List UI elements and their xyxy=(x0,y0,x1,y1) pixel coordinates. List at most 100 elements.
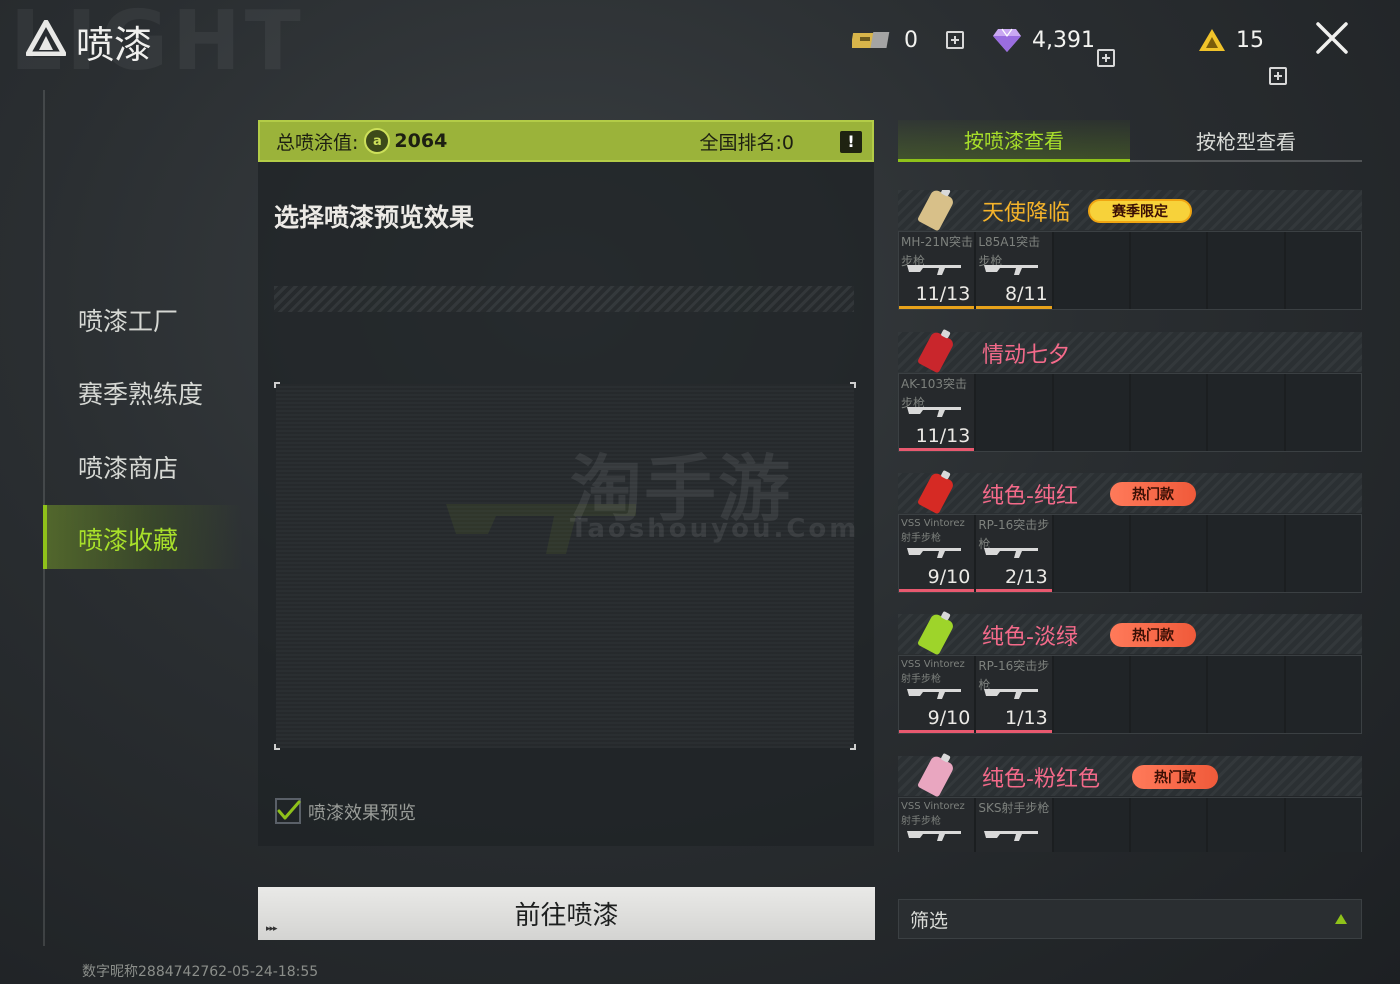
paint-group-header: 纯色-纯红 热门款 xyxy=(898,471,1362,515)
add-triangle-coin-button[interactable] xyxy=(1269,67,1287,85)
weapon-progress: 9/10 xyxy=(927,566,971,588)
empty-weapon-cell xyxy=(1131,798,1207,852)
weapon-cell[interactable]: VSS Vintorez射手步枪 xyxy=(899,798,975,852)
weapon-cell[interactable]: RP-16突击步枪 1/13 xyxy=(976,656,1052,733)
weapon-underline xyxy=(899,306,975,309)
rifle-icon xyxy=(984,831,1039,841)
paint-list[interactable]: 天使降临 赛季限定 MH-21N突击步枪 11/13 L85A1突击步枪 8/11 情动七夕… xyxy=(898,190,1362,852)
preview-checkbox-label: 喷漆效果预览 xyxy=(308,803,416,824)
triangle-up-icon xyxy=(1335,914,1347,924)
season-limited-badge: 赛季限定 xyxy=(1088,199,1192,223)
weapon-progress: 1/13 xyxy=(1004,707,1048,729)
weapon-cell[interactable]: MH-21N突击步枪 11/13 xyxy=(899,232,975,309)
empty-weapon-cell xyxy=(1285,656,1361,733)
nav-item-season-mastery[interactable]: 赛季熟练度 xyxy=(78,375,203,411)
weapon-cell[interactable]: RP-16突击步枪 2/13 xyxy=(976,515,1052,592)
paint-group-header: 情动七夕 xyxy=(898,330,1362,374)
diamond-count: 4,391 xyxy=(1032,27,1095,53)
empty-weapon-cell xyxy=(1131,656,1207,733)
weapon-progress: 11/13 xyxy=(915,283,971,305)
weapon-cell[interactable]: SKS射手步枪 xyxy=(976,798,1052,852)
hot-badge: 热门款 xyxy=(1110,623,1196,647)
empty-weapon-cell xyxy=(1131,232,1207,309)
nav-item-paint-shop[interactable]: 喷漆商店 xyxy=(78,449,178,485)
rifle-icon xyxy=(907,831,961,841)
weapon-cell[interactable]: AK-103突击步枪 11/13 xyxy=(899,374,975,451)
empty-weapon-cell xyxy=(1131,374,1207,451)
rifle-icon xyxy=(907,265,961,275)
watermark-en: Taoshouyou.Com xyxy=(570,514,860,544)
spray-can-icon xyxy=(916,612,956,656)
empty-weapon-cell xyxy=(1053,515,1129,592)
page-title: 喷漆 xyxy=(76,23,153,67)
paint-group[interactable]: 纯色-淡绿 热门款 VSS Vintorez射手步枪 9/10 RP-16突击步枪 1/1… xyxy=(898,612,1362,734)
paint-name: 纯色-淡绿 xyxy=(982,625,1078,650)
weapon-grid: MH-21N突击步枪 11/13 L85A1突击步枪 8/11 xyxy=(898,231,1362,310)
empty-weapon-cell xyxy=(1285,374,1361,451)
currency-triangle-coin: 15 xyxy=(1198,22,1264,58)
weapon-cell[interactable]: VSS Vintorez射手步枪 9/10 xyxy=(899,515,975,592)
empty-weapon-cell xyxy=(1285,515,1361,592)
weapon-progress: 2/13 xyxy=(1004,566,1048,588)
ticket-icon xyxy=(852,32,890,48)
hot-badge: 热门款 xyxy=(1110,482,1196,506)
paint-group[interactable]: 情动七夕 AK-103突击步枪 11/13 xyxy=(898,330,1362,452)
add-diamond-button[interactable] xyxy=(1097,49,1115,67)
empty-weapon-cell xyxy=(1053,232,1129,309)
rifle-icon xyxy=(984,548,1039,558)
weapon-progress: 11/13 xyxy=(915,425,971,447)
player-id: 数字昵称2884742762-05-24-18:55 xyxy=(82,964,319,980)
nav-item-paint-collection[interactable]: 喷漆收藏 xyxy=(43,505,243,569)
weapon-cell[interactable]: L85A1突击步枪 8/11 xyxy=(976,232,1052,309)
spray-score-icon: a xyxy=(364,128,391,154)
weapon-grid: AK-103突击步枪 11/13 xyxy=(898,373,1362,452)
weapon-cell[interactable]: VSS Vintorez射手步枪 9/10 xyxy=(899,656,975,733)
weapon-name: SKS射手步枪 xyxy=(978,801,1050,815)
total-score-value: 2064 xyxy=(394,130,448,152)
empty-weapon-cell xyxy=(976,374,1052,451)
tab-by-paint[interactable]: 按喷漆查看 xyxy=(898,120,1130,162)
rifle-icon xyxy=(984,689,1039,699)
preview-title: 选择喷漆预览效果 xyxy=(274,203,475,232)
weapon-underline xyxy=(976,306,1052,309)
paint-group[interactable]: 天使降临 赛季限定 MH-21N突击步枪 11/13 L85A1突击步枪 8/11 xyxy=(898,190,1362,310)
close-icon[interactable] xyxy=(1310,16,1354,60)
rifle-icon xyxy=(907,548,961,558)
triangle-coin-count: 15 xyxy=(1236,27,1264,53)
filter-dropdown[interactable]: 筛选 xyxy=(898,899,1362,939)
weapon-underline xyxy=(899,589,975,592)
preview-checkbox[interactable] xyxy=(274,797,302,825)
game-logo-icon xyxy=(26,20,66,56)
national-rank: 全国排名:0 xyxy=(699,131,795,154)
nav-item-paint-factory[interactable]: 喷漆工厂 xyxy=(78,302,178,338)
empty-weapon-cell xyxy=(1131,515,1207,592)
weapon-progress: 8/11 xyxy=(1004,283,1048,305)
weapon-progress: 9/10 xyxy=(927,707,971,729)
paint-group-header: 天使降临 赛季限定 xyxy=(898,190,1362,232)
diamond-icon xyxy=(993,28,1021,52)
add-ticket-button[interactable] xyxy=(946,31,964,49)
go-paint-label: 前往喷漆 xyxy=(514,901,619,931)
weapon-grid: VSS Vintorez射手步枪 9/10 RP-16突击步枪 1/13 xyxy=(898,655,1362,734)
paint-group[interactable]: 纯色-纯红 热门款 VSS Vintorez射手步枪 9/10 RP-16突击步枪 2/1… xyxy=(898,471,1362,593)
paint-name: 天使降临 xyxy=(982,201,1071,226)
preview-stripe xyxy=(274,286,854,312)
weapon-underline xyxy=(899,730,975,733)
filter-label: 筛选 xyxy=(910,909,949,932)
empty-weapon-cell xyxy=(1208,798,1284,852)
paint-name: 纯色-纯红 xyxy=(982,484,1078,509)
weapon-name: VSS Vintorez射手步枪 xyxy=(901,659,965,685)
button-arrows-icon: ▸▸▸ xyxy=(266,924,278,934)
ticket-count: 0 xyxy=(904,27,918,53)
triangle-coin-icon xyxy=(1199,29,1225,51)
weapon-underline xyxy=(899,448,975,451)
currency-ticket: 0 xyxy=(852,22,918,58)
tab-by-gun[interactable]: 按枪型查看 xyxy=(1130,120,1362,162)
paint-group[interactable]: 纯色-粉红色 热门款 VSS Vintorez射手步枪 SKS射手步枪 xyxy=(898,754,1362,852)
empty-weapon-cell xyxy=(1053,798,1129,852)
go-paint-button[interactable]: 前往喷漆 ▸▸▸ xyxy=(258,887,875,940)
paint-name: 纯色-粉红色 xyxy=(982,767,1100,792)
info-icon[interactable]: ! xyxy=(840,131,862,153)
spray-can-icon xyxy=(916,754,956,798)
empty-weapon-cell xyxy=(1208,656,1284,733)
